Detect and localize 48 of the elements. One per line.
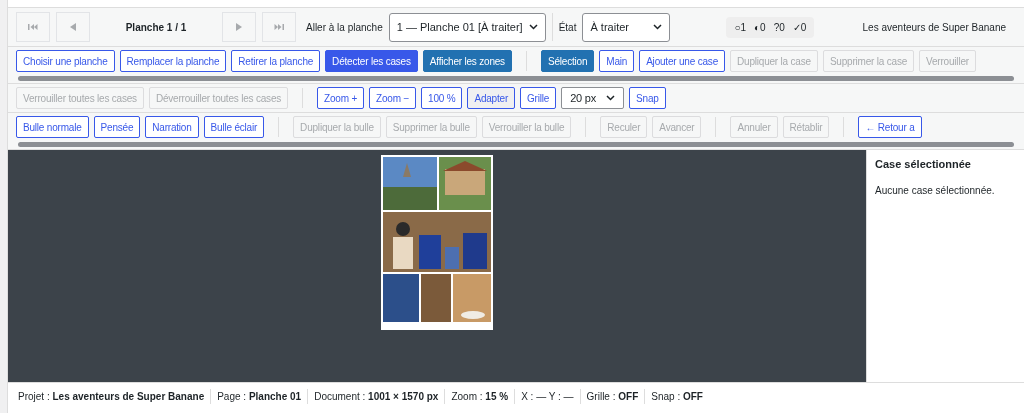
panel-title: Case sélectionnée	[875, 158, 972, 172]
status-count: ?0	[773, 20, 785, 35]
project-title: Les aventeurs de Super Banane	[862, 20, 1007, 35]
scrollbar-thumb[interactable]	[18, 75, 1014, 81]
toolbar-button[interactable]: Ajouter une case	[639, 50, 725, 72]
page-select[interactable]: 1 — Planche 01 [À traiter]	[388, 12, 546, 42]
panel-message: Aucune case sélectionnée.	[875, 184, 996, 199]
toolbar-button[interactable]: Retirer la planche	[231, 50, 321, 72]
toolbar-button[interactable]: Bulle normale	[16, 116, 89, 138]
toolbar-button[interactable]: Bulle éclair	[203, 116, 265, 138]
scrollbar-thumb[interactable]	[18, 141, 1014, 147]
status-item: Projet : Les aventeurs de Super Banane	[12, 389, 212, 404]
right-triangle-icon	[234, 23, 244, 31]
page-position: Planche 1 / 1	[124, 20, 188, 35]
toolbar-button[interactable]: Afficher les zones	[422, 50, 512, 72]
toolbar-button[interactable]: Sélection	[540, 50, 595, 72]
status-item: Zoom : 15 %	[445, 389, 516, 404]
toolbar-button[interactable]: Narration	[145, 116, 199, 138]
toolbar-button[interactable]: Pensée	[93, 116, 141, 138]
caret-icon	[606, 95, 616, 101]
status-item: X : — Y : —	[515, 389, 581, 404]
state-select[interactable]: À traiter	[582, 12, 671, 42]
caret-icon	[653, 24, 663, 30]
toolbar-button[interactable]: Zoom −	[369, 87, 417, 109]
toolbar-button[interactable]: Grille	[520, 87, 557, 109]
skip-back-icon	[27, 23, 39, 31]
status-count: ◐0	[754, 20, 766, 35]
status-count: ✓0	[792, 20, 807, 35]
toolbar-button[interactable]: Snap	[629, 87, 666, 109]
toolbar-button[interactable]: ← Retour a	[858, 116, 922, 138]
toolbar-button[interactable]: 100 %	[421, 87, 463, 109]
toolbar-button[interactable]: Zoom +	[317, 87, 365, 109]
caret-icon	[528, 24, 538, 30]
toolbar-button[interactable]: Remplacer la planche	[119, 50, 227, 72]
skip-forward-icon	[273, 23, 285, 31]
toolbar-button[interactable]: Main	[599, 50, 635, 72]
status-item: Document : 1001 × 1570 px	[308, 389, 446, 404]
field-label: État	[558, 20, 577, 35]
grid-size-select[interactable]: 20 px	[561, 87, 625, 109]
status-count: ○1	[734, 20, 747, 35]
toolbar-button[interactable]: Choisir une planche	[16, 50, 115, 72]
toolbar-button[interactable]: Adapter	[467, 87, 516, 109]
status-item: Grille : OFF	[580, 389, 646, 404]
status-item: Snap : OFF	[650, 390, 704, 404]
left-triangle-icon	[68, 23, 78, 31]
status-item: Page : Planche 01	[211, 389, 309, 404]
field-label: Aller à la planche	[306, 20, 383, 35]
toolbar-button[interactable]: Détecter les cases	[325, 50, 418, 72]
